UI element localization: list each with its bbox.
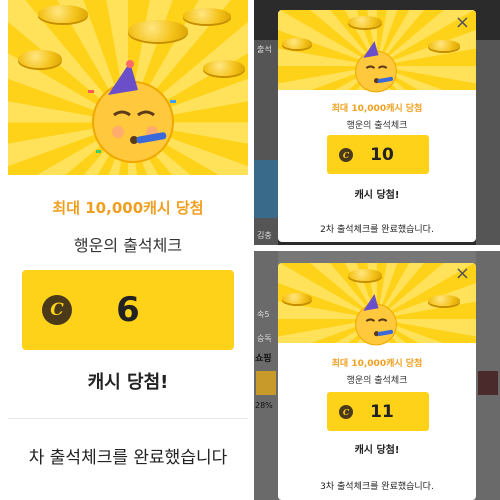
completed-message: 3차 출석체크를 완료했습니다.: [320, 482, 434, 492]
background-text: 승독: [257, 334, 272, 343]
cash-icon: C: [42, 295, 72, 325]
background-thumbnail: [254, 160, 278, 218]
background-banner: [478, 371, 498, 395]
cash-amount-box: C 10: [327, 135, 429, 174]
cash-amount: 6: [116, 290, 140, 330]
background-text: 28%: [255, 401, 273, 410]
coin-decoration: [38, 5, 88, 23]
divider: [8, 418, 248, 419]
subtitle-text: 행운의 출석체크: [346, 121, 408, 131]
coin-decoration: [183, 8, 231, 24]
cash-amount-box: C 6: [22, 270, 234, 350]
close-icon[interactable]: ×: [455, 263, 470, 284]
headline-text: 최대 10,000캐시 당첨: [331, 359, 423, 369]
background-text: 쇼핑: [255, 354, 272, 364]
completed-message: 차 출석체크를 완료했습니다: [28, 448, 228, 468]
coin-decoration: [348, 269, 382, 281]
coin-decoration: [428, 295, 460, 306]
subtitle-text: 행운의 출석체크: [346, 376, 408, 386]
background-text: 출석: [257, 45, 272, 54]
cash-icon: C: [339, 147, 353, 162]
completed-message: 2차 출석체크를 완료했습니다.: [320, 225, 434, 235]
coin-decoration: [348, 16, 382, 28]
subtitle-text: 행운의 출석체크: [73, 236, 183, 255]
attendance-modal: × 최대 10,000캐시 당첨 행운의 출석체크 C 10 캐시 당첨! 2차…: [278, 10, 476, 242]
coin-decoration: [282, 293, 312, 304]
background-banner: [256, 371, 276, 395]
win-label: 캐시 당첨!: [354, 190, 400, 201]
headline-text: 최대 10,000캐시 당첨: [331, 104, 423, 114]
background-text: 김충: [257, 231, 272, 240]
cash-amount: 10: [370, 144, 394, 165]
cash-icon: C: [339, 404, 353, 419]
coin-decoration: [428, 40, 460, 51]
coin-decoration: [128, 20, 188, 42]
background-app-strip: [476, 40, 500, 245]
party-face-icon: [355, 294, 397, 346]
coin-decoration: [18, 50, 62, 68]
coin-decoration: [203, 60, 245, 76]
cash-amount: 11: [370, 401, 394, 422]
attendance-modal: × 최대 10,000캐시 당첨 행운의 출석체크 C 11 캐시 당첨! 3차…: [278, 263, 476, 500]
close-icon[interactable]: ×: [455, 12, 470, 33]
party-face-icon: [88, 60, 176, 163]
top-right-screenshot: 출석 김충 × 최대 10,000캐시 당첨 행운의 출석체크 C 10 캐시 …: [254, 0, 500, 245]
bottom-right-screenshot: 속5 승독 쇼핑 28% × 최대 10,000캐시 당첨 행운의 출석체크 C…: [254, 251, 500, 500]
party-face-icon: [355, 41, 397, 93]
win-label: 캐시 당첨!: [87, 372, 169, 393]
headline-text: 최대 10,000캐시 당첨: [52, 199, 204, 217]
coin-decoration: [282, 38, 312, 49]
win-label: 캐시 당첨!: [354, 445, 400, 456]
left-panel: 최대 10,000캐시 당첨 행운의 출석체크 C 6 캐시 당첨! 차 출석체…: [8, 0, 248, 500]
cash-amount-box: C 11: [327, 392, 429, 431]
background-text: 속5: [257, 310, 270, 319]
